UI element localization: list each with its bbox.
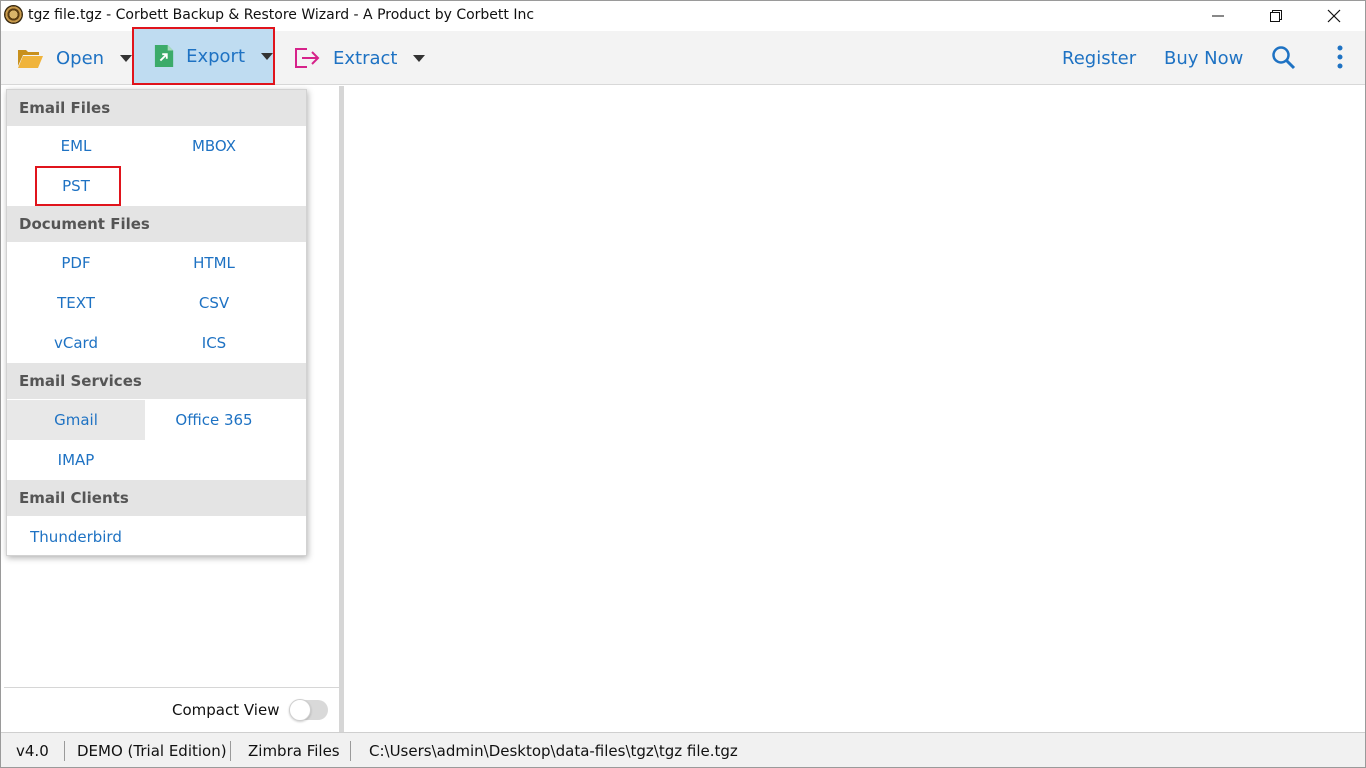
export-mbox-option[interactable]: MBOX (145, 126, 283, 166)
chevron-down-icon (261, 52, 273, 60)
open-menu-button[interactable]: Open (17, 31, 133, 85)
export-csv-option[interactable]: CSV (145, 283, 283, 323)
extract-menu-button[interactable]: Extract (293, 31, 426, 85)
section-header-document-files: Document Files (7, 206, 306, 242)
export-text-option[interactable]: TEXT (7, 283, 145, 323)
status-divider (64, 741, 65, 761)
export-ics-option[interactable]: ICS (145, 323, 283, 363)
pst-highlight-box (35, 166, 121, 206)
export-html-option[interactable]: HTML (145, 243, 283, 283)
chevron-down-icon (413, 54, 426, 62)
extract-label: Extract (333, 47, 398, 69)
close-button[interactable] (1311, 1, 1357, 31)
export-office365-option[interactable]: Office 365 (145, 400, 283, 440)
export-label: Export (186, 45, 245, 67)
compact-view-toggle[interactable] (289, 699, 328, 721)
export-gmail-option[interactable]: Gmail (7, 400, 145, 440)
export-eml-option[interactable]: EML (7, 126, 145, 166)
open-label: Open (56, 47, 105, 69)
toggle-knob (289, 699, 311, 721)
search-icon (1272, 46, 1296, 70)
status-divider (350, 741, 351, 761)
export-pdf-option[interactable]: PDF (7, 243, 145, 283)
export-menu-button[interactable]: Export (132, 27, 275, 85)
close-icon (1327, 9, 1341, 23)
export-vcard-option[interactable]: vCard (7, 323, 145, 363)
section-header-email-services: Email Services (7, 363, 306, 399)
app-logo-icon (4, 5, 23, 24)
status-divider (230, 741, 231, 761)
more-vertical-icon (1337, 45, 1343, 69)
export-imap-option[interactable]: IMAP (7, 440, 145, 480)
export-thunderbird-option[interactable]: Thunderbird (7, 517, 145, 557)
version-label: v4.0 (16, 742, 49, 760)
buy-now-link[interactable]: Buy Now (1164, 31, 1243, 85)
minimize-icon (1212, 15, 1224, 17)
content-pane (344, 86, 1365, 732)
section-header-email-files: Email Files (7, 90, 306, 126)
register-link[interactable]: Register (1062, 31, 1136, 85)
file-type-label: Zimbra Files (248, 742, 340, 760)
edition-label: DEMO (Trial Edition) (77, 742, 227, 760)
minimize-button[interactable] (1195, 1, 1241, 31)
restore-icon (1270, 10, 1282, 22)
restore-button[interactable] (1253, 1, 1299, 31)
compact-view-label: Compact View (172, 701, 280, 719)
folder-open-icon (18, 50, 43, 68)
toolbar: Open Export Extract Register Buy Now (1, 27, 1365, 85)
compact-view-bar: Compact View (4, 687, 339, 732)
extract-arrow-icon (295, 48, 320, 68)
section-header-email-clients: Email Clients (7, 480, 306, 516)
status-bar: v4.0 DEMO (Trial Edition) Zimbra Files C… (1, 732, 1365, 767)
app-window: tgz file.tgz - Corbett Backup & Restore … (0, 0, 1366, 768)
window-title: tgz file.tgz - Corbett Backup & Restore … (28, 7, 535, 23)
file-path-label: C:\Users\admin\Desktop\data-files\tgz\tg… (369, 742, 738, 760)
chevron-down-icon (120, 54, 133, 62)
more-options-button[interactable] (1329, 45, 1351, 71)
export-dropdown-menu: Email Files EML MBOX PST Document Files … (6, 89, 307, 556)
export-file-icon (154, 45, 174, 67)
search-button[interactable] (1271, 45, 1297, 71)
